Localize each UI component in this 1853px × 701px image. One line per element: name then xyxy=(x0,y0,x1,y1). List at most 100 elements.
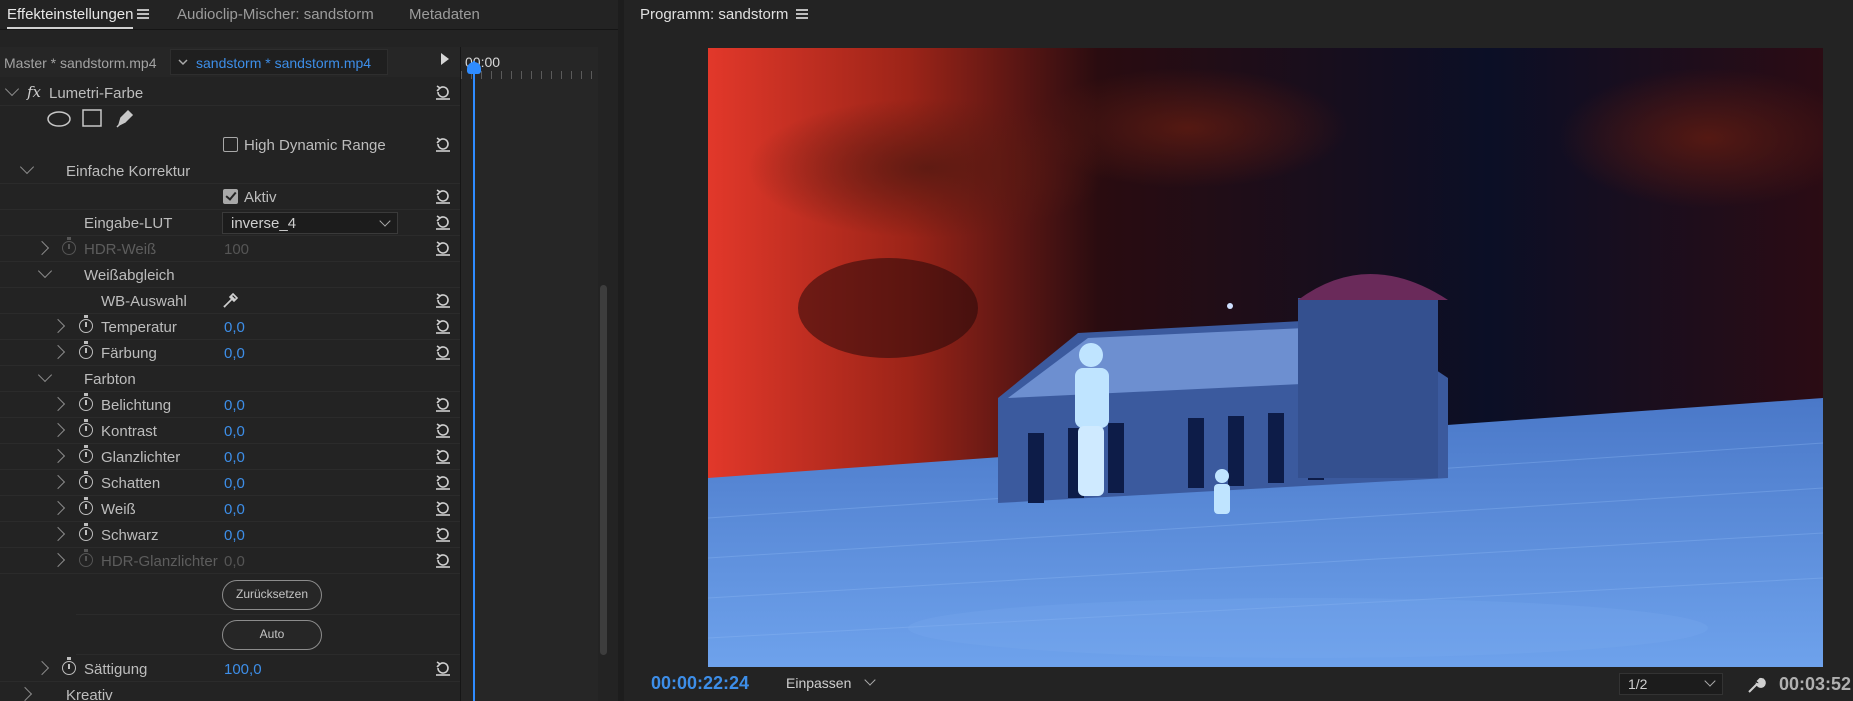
input-lut-label: Eingabe-LUT xyxy=(84,215,173,232)
reset-icon[interactable] xyxy=(434,187,452,205)
reset-icon[interactable] xyxy=(434,239,452,257)
shadows-value[interactable]: 0,0 xyxy=(224,475,245,492)
tint-value[interactable]: 0,0 xyxy=(224,345,245,362)
reset-icon[interactable] xyxy=(434,421,452,439)
stopwatch-icon[interactable] xyxy=(79,497,93,515)
expand-arrow-icon[interactable] xyxy=(34,240,50,256)
program-title[interactable]: Programm: sandstorm xyxy=(640,6,788,23)
active-checkbox[interactable] xyxy=(223,189,238,204)
hdr-highlights-value[interactable]: 0,0 xyxy=(224,553,245,570)
creative-row[interactable]: Kreativ xyxy=(0,682,460,701)
reset-icon[interactable] xyxy=(434,395,452,413)
panel-menu-icon[interactable] xyxy=(137,9,149,19)
tab-audio-clip-mixer[interactable]: Audioclip-Mischer: sandstorm xyxy=(177,6,374,23)
stopwatch-icon[interactable] xyxy=(79,549,93,567)
expand-arrow-icon[interactable] xyxy=(50,318,66,334)
wrench-icon[interactable] xyxy=(1745,674,1767,696)
expand-arrow-icon[interactable] xyxy=(50,422,66,438)
reset-icon[interactable] xyxy=(434,83,452,101)
tab-effect-controls[interactable]: Effekteinstellungen xyxy=(7,6,134,29)
contrast-value[interactable]: 0,0 xyxy=(224,423,245,440)
temperature-value[interactable]: 0,0 xyxy=(224,319,245,336)
program-transport-bar: 00:00:22:24 Einpassen 1/2 00:03:52 xyxy=(624,671,1853,701)
stopwatch-icon[interactable] xyxy=(62,657,76,675)
clip-selector-bar: Master * sandstorm.mp4 sandstorm * sands… xyxy=(0,47,460,77)
current-timecode[interactable]: 00:00:22:24 xyxy=(651,673,749,694)
fit-select[interactable]: Einpassen xyxy=(774,673,882,695)
divider xyxy=(76,654,460,655)
effect-header-row[interactable]: fx Lumetri-Farbe xyxy=(0,80,460,106)
eyedropper-icon[interactable] xyxy=(222,291,240,309)
tab-metadata[interactable]: Metadaten xyxy=(409,6,480,23)
collapse-arrow-icon[interactable] xyxy=(19,159,35,175)
stopwatch-icon[interactable] xyxy=(79,315,93,333)
basic-correction-label: Einfache Korrektur xyxy=(66,163,191,180)
reset-icon[interactable] xyxy=(434,473,452,491)
fx-icon[interactable]: fx xyxy=(27,83,41,101)
stopwatch-icon[interactable] xyxy=(79,445,93,463)
stopwatch-icon[interactable] xyxy=(79,471,93,489)
expand-arrow-icon[interactable] xyxy=(17,686,33,701)
collapse-arrow-icon[interactable] xyxy=(4,81,20,97)
vertical-scrollbar-thumb[interactable] xyxy=(600,285,607,655)
reset-icon[interactable] xyxy=(434,291,452,309)
resolution-select[interactable]: 1/2 xyxy=(1619,673,1723,695)
white-balance-row[interactable]: Weißabgleich xyxy=(0,262,460,288)
chevron-down-icon xyxy=(178,59,188,66)
input-lut-select[interactable]: inverse_4 xyxy=(222,212,398,234)
playhead-line[interactable] xyxy=(473,61,475,701)
expand-arrow-icon[interactable] xyxy=(50,448,66,464)
expand-arrow-icon[interactable] xyxy=(50,474,66,490)
tint-row: Färbung 0,0 xyxy=(0,340,460,366)
reset-button[interactable]: Zurücksetzen xyxy=(222,580,322,610)
creative-label: Kreativ xyxy=(66,687,113,701)
reset-icon[interactable] xyxy=(434,447,452,465)
timeline-ruler[interactable] xyxy=(461,71,599,79)
expand-arrow-icon[interactable] xyxy=(34,660,50,676)
tone-row[interactable]: Farbton xyxy=(0,366,460,392)
expand-arrow-icon[interactable] xyxy=(50,500,66,516)
expand-arrow-icon[interactable] xyxy=(50,344,66,360)
blacks-value[interactable]: 0,0 xyxy=(224,527,245,544)
hdr-checkbox[interactable] xyxy=(223,137,238,152)
reset-icon[interactable] xyxy=(434,343,452,361)
stopwatch-icon[interactable] xyxy=(79,393,93,411)
reset-icon[interactable] xyxy=(434,213,452,231)
whites-value[interactable]: 0,0 xyxy=(224,501,245,518)
saturation-label: Sättigung xyxy=(84,661,148,678)
rectangle-mask-icon[interactable] xyxy=(82,109,102,127)
stopwatch-icon[interactable] xyxy=(79,419,93,437)
expand-arrow-icon[interactable] xyxy=(50,526,66,542)
reset-icon[interactable] xyxy=(434,135,452,153)
collapse-arrow-icon[interactable] xyxy=(37,367,53,383)
saturation-value[interactable]: 100,0 xyxy=(224,661,262,678)
pen-mask-icon[interactable] xyxy=(115,108,135,128)
stopwatch-icon[interactable] xyxy=(79,341,93,359)
reset-icon[interactable] xyxy=(434,525,452,543)
basic-correction-row[interactable]: Einfache Korrektur xyxy=(0,158,460,184)
effect-list: fx Lumetri-Farbe High Dynamic Range Einf… xyxy=(0,80,460,701)
exposure-value[interactable]: 0,0 xyxy=(224,397,245,414)
hdr-label: High Dynamic Range xyxy=(244,137,386,154)
hdr-white-value[interactable]: 100 xyxy=(224,241,249,258)
reset-icon[interactable] xyxy=(434,317,452,335)
auto-button[interactable]: Auto xyxy=(222,620,322,650)
reset-icon[interactable] xyxy=(434,659,452,677)
reset-icon[interactable] xyxy=(434,499,452,517)
video-frame[interactable] xyxy=(708,48,1823,667)
reset-icon[interactable] xyxy=(434,551,452,569)
collapse-arrow-icon[interactable] xyxy=(37,263,53,279)
expand-arrow-icon[interactable] xyxy=(50,396,66,412)
master-clip-label[interactable]: Master * sandstorm.mp4 xyxy=(4,55,157,71)
highlights-value[interactable]: 0,0 xyxy=(224,449,245,466)
ellipse-mask-icon[interactable] xyxy=(47,111,71,127)
play-clip-icon[interactable] xyxy=(441,53,449,65)
sequence-clip-dropdown[interactable]: sandstorm * sandstorm.mp4 xyxy=(170,49,388,75)
stopwatch-icon[interactable] xyxy=(62,237,76,255)
temperature-row: Temperatur 0,0 xyxy=(0,314,460,340)
effect-timeline[interactable]: 00:00 xyxy=(460,47,599,701)
hdr-white-row: HDR-Weiß 100 xyxy=(0,236,460,262)
expand-arrow-icon[interactable] xyxy=(50,552,66,568)
stopwatch-icon[interactable] xyxy=(79,523,93,541)
panel-menu-icon[interactable] xyxy=(796,9,808,19)
